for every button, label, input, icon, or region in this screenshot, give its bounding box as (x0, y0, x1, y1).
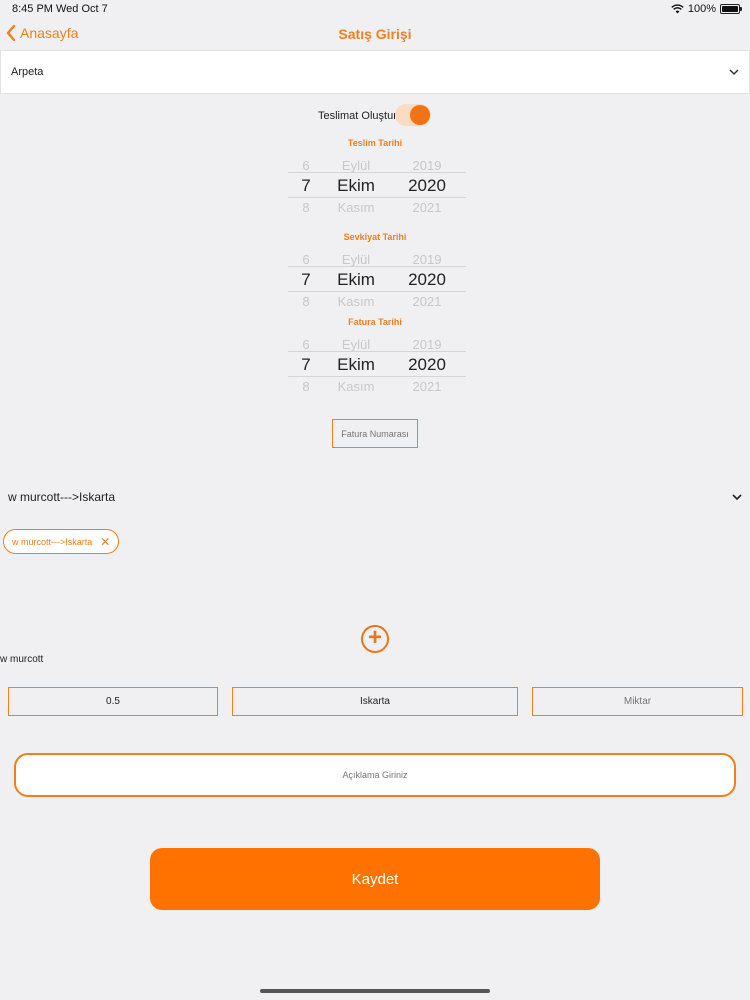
shipment-date-picker[interactable]: 6 Eylül 2019 7 Ekim 2020 8 Kasım 2021 (288, 250, 466, 306)
picker-day-next: 8 (302, 200, 310, 212)
delivery-date-picker[interactable]: 6 Eylül 2019 7 Ekim 2020 8 Kasım 2021 (288, 156, 466, 212)
chevron-down-icon (729, 68, 739, 75)
picker-year-prev: 2019 (412, 252, 442, 267)
company-select[interactable]: Arpeta (0, 50, 750, 94)
picker-month: Ekim (337, 355, 375, 374)
toggle-knob (410, 105, 430, 125)
delivery-toggle-label: Teslimat Oluştur (318, 110, 397, 122)
shipment-date-title: Sevkiyat Tarihi (343, 232, 407, 242)
battery-percent: 100% (687, 3, 716, 15)
picker-day: 7 (301, 270, 311, 289)
picker-day-next: 8 (302, 379, 310, 391)
type-field[interactable] (232, 687, 518, 716)
picker-year-next: 2021 (412, 294, 442, 306)
status-date: Wed Oct 7 (56, 3, 108, 15)
picker-year-next: 2021 (412, 379, 442, 391)
picker-year: 2020 (408, 176, 446, 195)
picker-day: 7 (301, 176, 311, 195)
picker-month-prev: Eylül (341, 337, 371, 352)
picker-month-prev: Eylül (341, 158, 371, 173)
selected-product-chip: w murcott--->Iskarta ✕ (3, 529, 120, 554)
invoice-date-picker[interactable]: 6 Eylül 2019 7 Ekim 2020 8 Kasım 2021 (288, 335, 466, 391)
delivery-date-title: Teslim Tarihi (347, 138, 403, 148)
picker-day-prev: 6 (302, 337, 310, 352)
quantity-field[interactable] (8, 687, 218, 716)
picker-month-prev: Eylül (341, 252, 371, 267)
wifi-icon (671, 4, 684, 14)
amount-field[interactable] (532, 687, 743, 716)
close-icon[interactable]: ✕ (100, 535, 110, 549)
battery-icon (720, 4, 742, 14)
chip-label: w murcott--->Iskarta (12, 536, 93, 547)
picker-year-next: 2021 (412, 200, 442, 212)
add-item-button[interactable]: + (361, 625, 389, 653)
invoice-date-title: Fatura Tarihi (348, 317, 402, 327)
chevron-down-icon (732, 493, 742, 500)
product-select-value: w murcott--->Iskarta (8, 490, 116, 504)
picker-year-prev: 2019 (412, 158, 442, 173)
picker-month: Ekim (337, 270, 375, 289)
picker-day-prev: 6 (302, 158, 310, 173)
item-name: w murcott (0, 654, 44, 665)
company-select-value: Arpeta (11, 66, 44, 78)
picker-month: Ekim (337, 176, 375, 195)
home-indicator (260, 989, 490, 993)
picker-day: 7 (301, 355, 311, 374)
picker-year-prev: 2019 (412, 337, 442, 352)
save-button[interactable]: Kaydet (150, 848, 600, 910)
delivery-toggle[interactable] (395, 104, 431, 126)
product-select[interactable]: w murcott--->Iskarta (8, 490, 742, 504)
status-indicators: 100% (671, 3, 742, 15)
picker-day-next: 8 (302, 294, 310, 306)
invoice-number-input[interactable] (332, 419, 418, 448)
picker-year: 2020 (408, 270, 446, 289)
status-time: 8:45 PM (12, 3, 53, 15)
description-input[interactable] (14, 753, 736, 797)
page-title: Satış Girişi (338, 26, 412, 42)
picker-year: 2020 (408, 355, 446, 374)
picker-month-next: Kasım (337, 379, 375, 391)
picker-month-next: Kasım (337, 200, 375, 212)
picker-month-next: Kasım (337, 294, 375, 306)
picker-day-prev: 6 (302, 252, 310, 267)
